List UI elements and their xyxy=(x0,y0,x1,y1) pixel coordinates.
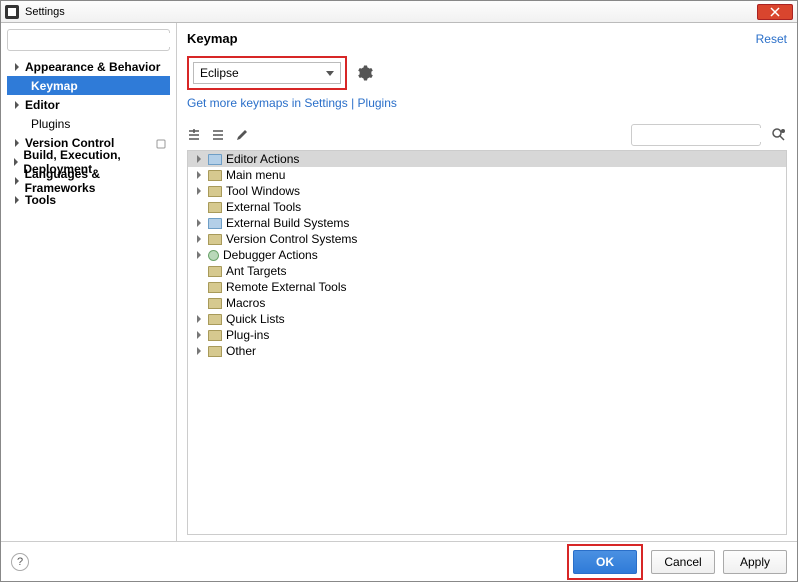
tree-item-label: Macros xyxy=(226,296,265,310)
sidebar-item-label: Languages & Frameworks xyxy=(25,167,170,195)
tree-item-tool-windows[interactable]: Tool Windows xyxy=(188,183,786,199)
chevron-right-icon xyxy=(194,171,204,179)
chevron-right-icon xyxy=(194,331,204,339)
collapse-all-icon[interactable] xyxy=(211,128,225,142)
tree-item-label: Plug-ins xyxy=(226,328,269,342)
gear-button[interactable] xyxy=(357,65,373,81)
expand-all-icon[interactable] xyxy=(187,128,201,142)
ok-button-highlight: OK xyxy=(567,544,643,580)
keymap-combo-highlight: Eclipse xyxy=(187,56,347,90)
sidebar-item-editor[interactable]: Editor xyxy=(7,95,170,114)
sidebar-item-label: Plugins xyxy=(31,117,70,131)
tree-item-label: Editor Actions xyxy=(226,152,299,166)
content-pane: Keymap Reset Eclipse Get more keymaps in… xyxy=(177,23,797,541)
folder-icon xyxy=(208,186,222,197)
window-title: Settings xyxy=(25,6,757,18)
chevron-right-icon xyxy=(11,194,23,206)
apply-button[interactable]: Apply xyxy=(723,550,787,574)
chevron-right-icon xyxy=(194,155,204,163)
tree-item-external-build-systems[interactable]: External Build Systems xyxy=(188,215,786,231)
chevron-right-icon xyxy=(194,219,204,227)
chevron-right-icon xyxy=(194,235,204,243)
tree-item-debugger-actions[interactable]: Debugger Actions xyxy=(188,247,786,263)
tree-item-other[interactable]: Other xyxy=(188,343,786,359)
help-button[interactable]: ? xyxy=(11,553,29,571)
app-icon xyxy=(5,5,19,19)
tree-item-version-control-systems[interactable]: Version Control Systems xyxy=(188,231,786,247)
chevron-right-icon xyxy=(11,156,21,168)
folder-icon xyxy=(208,314,222,325)
get-more-keymaps-link[interactable]: Get more keymaps in Settings | Plugins xyxy=(187,96,787,110)
chevron-right-icon xyxy=(11,175,23,187)
sidebar-item-plugins[interactable]: Plugins xyxy=(7,114,170,133)
chevron-right-icon xyxy=(194,315,204,323)
folder-icon xyxy=(208,330,222,341)
bug-icon xyxy=(208,250,219,261)
sidebar: Appearance & Behavior Keymap Editor Plugins… xyxy=(1,23,177,541)
folder-icon xyxy=(208,202,222,213)
tree-item-plug-ins[interactable]: Plug-ins xyxy=(188,327,786,343)
action-tree[interactable]: Editor Actions Main menu Tool Windows Exter… xyxy=(187,150,787,535)
tree-toolbar xyxy=(187,124,787,146)
tree-item-label: Other xyxy=(226,344,256,358)
sidebar-item-label: Keymap xyxy=(31,79,78,93)
keymap-combo[interactable]: Eclipse xyxy=(193,62,341,84)
sidebar-item-label: Editor xyxy=(25,98,60,112)
folder-icon xyxy=(208,154,222,165)
sidebar-item-keymap[interactable]: Keymap xyxy=(7,76,170,95)
sidebar-item-label: Appearance & Behavior xyxy=(25,60,160,74)
dialog-footer: ? OK Cancel Apply xyxy=(1,541,797,581)
tree-item-editor-actions[interactable]: Editor Actions xyxy=(188,151,786,167)
chevron-right-icon xyxy=(194,187,204,195)
sidebar-item-appearance-behavior[interactable]: Appearance & Behavior xyxy=(7,57,170,76)
tree-item-label: Debugger Actions xyxy=(223,248,318,262)
tree-item-external-tools[interactable]: External Tools xyxy=(188,199,786,215)
action-search[interactable] xyxy=(631,124,761,146)
tree-item-label: Ant Targets xyxy=(226,264,286,278)
cancel-button[interactable]: Cancel xyxy=(651,550,715,574)
tree-item-label: Quick Lists xyxy=(226,312,285,326)
tree-item-remote-external-tools[interactable]: Remote External Tools xyxy=(188,279,786,295)
tree-item-label: Main menu xyxy=(226,168,285,182)
folder-icon xyxy=(208,298,222,309)
folder-icon xyxy=(208,266,222,277)
chevron-down-icon xyxy=(326,71,334,76)
chevron-right-icon xyxy=(194,251,204,259)
tree-item-main-menu[interactable]: Main menu xyxy=(188,167,786,183)
tree-item-ant-targets[interactable]: Ant Targets xyxy=(188,263,786,279)
find-shortcut-icon[interactable] xyxy=(771,127,787,143)
tree-item-label: External Build Systems xyxy=(226,216,349,230)
sidebar-item-languages-frameworks[interactable]: Languages & Frameworks xyxy=(7,171,170,190)
titlebar: Settings xyxy=(1,1,797,23)
ok-button[interactable]: OK xyxy=(573,550,637,574)
chevron-right-icon xyxy=(11,137,23,149)
sidebar-search[interactable] xyxy=(7,29,170,51)
folder-icon xyxy=(208,234,222,245)
sidebar-item-label: Tools xyxy=(25,193,56,207)
folder-icon xyxy=(208,282,222,293)
override-icon xyxy=(156,138,166,148)
tree-item-label: Remote External Tools xyxy=(226,280,347,294)
edit-icon[interactable] xyxy=(235,128,249,142)
close-button[interactable] xyxy=(757,4,793,20)
tree-item-macros[interactable]: Macros xyxy=(188,295,786,311)
chevron-right-icon xyxy=(194,347,204,355)
chevron-right-icon xyxy=(11,61,23,73)
folder-icon xyxy=(208,346,222,357)
page-title: Keymap xyxy=(187,31,756,46)
tree-item-label: Version Control Systems xyxy=(226,232,357,246)
keymap-combo-value: Eclipse xyxy=(200,66,239,80)
tree-item-label: External Tools xyxy=(226,200,301,214)
tree-item-label: Tool Windows xyxy=(226,184,300,198)
folder-icon xyxy=(208,218,222,229)
reset-link[interactable]: Reset xyxy=(756,32,787,46)
tree-item-quick-lists[interactable]: Quick Lists xyxy=(188,311,786,327)
sidebar-search-input[interactable] xyxy=(18,33,173,47)
chevron-right-icon xyxy=(11,99,23,111)
folder-icon xyxy=(208,170,222,181)
